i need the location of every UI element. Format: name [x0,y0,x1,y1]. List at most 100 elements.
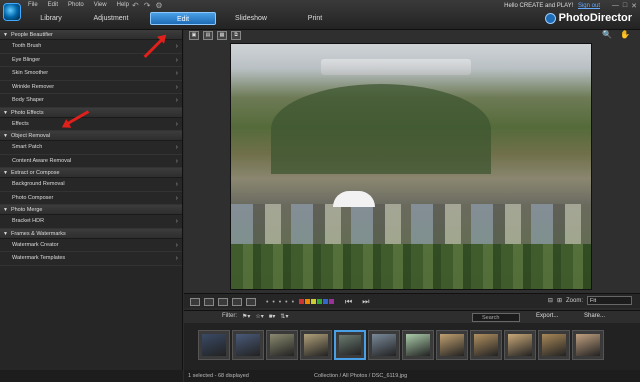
side-by-side-icon[interactable] [204,298,214,306]
color-filter-icon[interactable]: ■▾ [269,313,276,320]
compare-view-icon[interactable]: ▤ [203,31,213,40]
tool-item[interactable]: Eye Blinger › [0,53,182,67]
tab-edit[interactable]: Edit [150,12,216,25]
chevron-right-icon: › [175,97,178,104]
menu-view[interactable]: View [94,2,107,8]
tool-item[interactable]: Skin Smoother › [0,67,182,81]
menu-edit[interactable]: Edit [48,2,58,8]
tool-item[interactable]: Watermark Templates › [0,252,182,266]
tab-print[interactable]: Print [286,12,344,25]
thumbnail[interactable] [232,330,264,360]
zoom-in-icon[interactable]: ⊞ [557,297,562,304]
share-button[interactable]: Share... [584,313,605,319]
settings-gear-icon[interactable]: ⚙ [155,1,162,10]
color-label-swatch[interactable] [311,298,317,304]
thumbnail[interactable] [300,330,332,360]
color-label-swatch[interactable] [323,298,329,304]
export-button[interactable]: Export... [536,313,558,319]
tool-item-label: Skin Smoother [12,70,49,76]
flag-filter-icon[interactable]: ⚑▾ [242,313,250,320]
tab-adjustment[interactable]: Adjustment [72,12,150,25]
next-photo-icon[interactable]: ⏭ [362,297,369,307]
viewer-control-buttons: • • • • • ⏮ ⏭ [190,297,369,307]
single-view-icon[interactable]: ▣ [189,31,199,40]
search-input[interactable]: Search [472,313,520,322]
sort-icon[interactable]: ⇅▾ [280,313,288,320]
minimize-icon[interactable]: — [612,2,619,10]
menu-help[interactable]: Help [117,2,129,8]
close-icon[interactable]: ✕ [631,2,637,10]
thumbnail[interactable] [334,330,366,360]
thumbnail-image [576,334,600,356]
category-header[interactable]: ▼ Photo Merge [0,205,182,215]
histogram-icon[interactable] [218,298,228,306]
thumbnail-image [542,334,566,356]
grid-view-icon[interactable]: ▦ [217,31,227,40]
photo-viewer: ▣ ▤ ▦ ⧉ 🔍 ✋ • • • • • ⏮ ⏭ ⊟ ⊞ Zoom: Fit [184,30,640,308]
tool-item[interactable]: Background Removal › [0,178,182,192]
thumbnail[interactable] [538,330,570,360]
hand-pan-icon[interactable]: ✋ [620,30,630,39]
menu-photo[interactable]: Photo [68,2,84,8]
thumbnail[interactable] [470,330,502,360]
thumbnail-image [440,334,464,356]
reject-flag-icon[interactable] [246,298,256,306]
filter-group: Filter: ⚑▾ ☆▾ ■▾ ⇅▾ [222,313,288,320]
rating-stars[interactable]: • • • • • [266,299,295,306]
tool-item[interactable]: Effects › [0,117,182,131]
view-mode-toolbar: ▣ ▤ ▦ ⧉ [189,31,241,40]
category-header[interactable]: ▼ Photo Effects [0,107,182,118]
tab-library[interactable]: Library [30,12,72,25]
tab-slideshow[interactable]: Slideshow [216,12,286,25]
fullscreen-icon[interactable]: ⧉ [231,31,241,40]
undo-icon[interactable]: ↶ [132,1,139,10]
category-title: Photo Merge [10,207,43,213]
viewer-tools: 🔍 ✋ [602,30,630,39]
thumbnail[interactable] [572,330,604,360]
tool-item[interactable]: Wrinkle Remover › [0,80,182,94]
tool-item[interactable]: Content Aware Removal › [0,154,182,168]
thumbnail[interactable] [436,330,468,360]
magnifier-icon[interactable]: 🔍 [602,30,612,39]
menu-file[interactable]: File [28,2,38,8]
sign-out-link[interactable]: Sign out [578,3,600,9]
tool-item[interactable]: Photo Composer › [0,191,182,205]
color-label-swatch[interactable] [317,298,323,304]
window-controls: — □ ✕ [612,2,637,10]
category-title: Extract or Compose [10,170,60,176]
thumbnail-image [202,334,226,356]
collapse-triangle-icon: ▼ [3,170,8,176]
category-header[interactable]: ▼ Frames & Watermarks [0,228,182,239]
color-label-swatch[interactable] [305,298,311,304]
thumbnail[interactable] [198,330,230,360]
fit-view-icon[interactable] [190,298,200,306]
tool-item[interactable]: Watermark Creator › [0,238,182,252]
top-bar: File Edit Photo View Help ↶ ↷ ⚙ Library … [0,0,640,30]
category-header[interactable]: ▼ Object Removal [0,131,182,141]
zoom-control: ⊟ ⊞ Zoom: Fit [548,296,632,305]
tool-item[interactable]: Body Shaper › [0,94,182,108]
chevron-right-icon: › [175,83,178,91]
thumbnail[interactable] [266,330,298,360]
maximize-icon[interactable]: □ [623,2,627,10]
rating-filter-icon[interactable]: ☆▾ [255,313,263,320]
redo-icon[interactable]: ↷ [144,1,151,10]
flag-icon[interactable] [232,298,242,306]
zoom-select[interactable]: Fit [587,296,632,305]
color-labels[interactable] [299,298,335,306]
zoom-label: Zoom: [565,297,583,304]
chevron-right-icon: › [175,56,178,64]
previous-photo-icon[interactable]: ⏮ [345,297,352,307]
thumbnail[interactable] [402,330,434,360]
tool-item-label: Watermark Creator [12,241,59,248]
thumbnail[interactable] [504,330,536,360]
category-header[interactable]: ▼ People Beautifier [0,30,182,40]
zoom-out-icon[interactable]: ⊟ [548,297,553,304]
app-logo-icon [3,3,21,21]
color-label-swatch[interactable] [299,298,305,304]
tool-item[interactable]: Smart Patch › [0,141,182,155]
category-header[interactable]: ▼ Extract or Compose [0,168,182,178]
thumbnail[interactable] [368,330,400,360]
color-label-swatch[interactable] [329,298,335,304]
tool-item[interactable]: Bracket HDR › [0,215,182,229]
